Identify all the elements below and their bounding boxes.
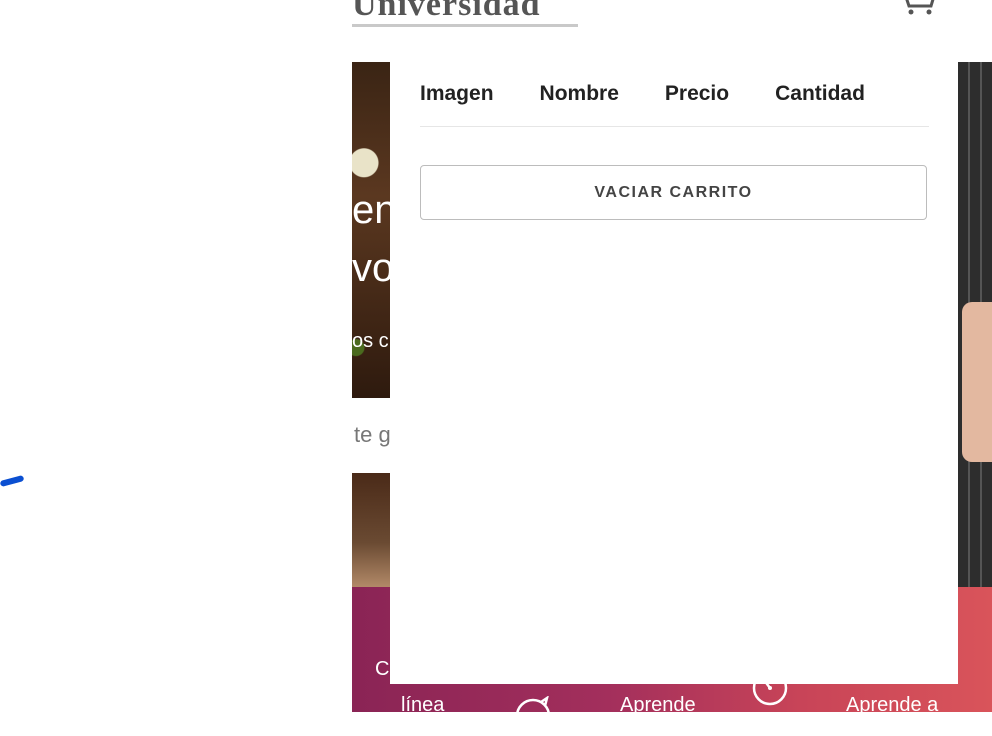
hero-heading-line1: en bbox=[352, 188, 390, 232]
shopping-cart-icon[interactable] bbox=[897, 0, 937, 16]
hero-heading-line2: vo bbox=[352, 246, 390, 290]
promo-item-3: Aprende bbox=[620, 694, 696, 716]
column-header-price: Precio bbox=[664, 82, 730, 105]
course-image bbox=[352, 473, 392, 589]
blue-mark bbox=[0, 474, 25, 488]
column-header-image: Imagen bbox=[420, 82, 494, 105]
promo-item-4: Aprende a bbox=[846, 694, 939, 716]
section-subtext: te g bbox=[354, 422, 390, 447]
promo-item-1: C bbox=[375, 658, 390, 680]
hero-subheading: os c bbox=[352, 330, 389, 352]
column-header-name: Nombre bbox=[539, 82, 619, 105]
site-logo[interactable]: Universidad bbox=[352, 0, 541, 24]
column-header-quantity: Cantidad bbox=[775, 82, 865, 105]
logo-underline bbox=[352, 24, 578, 27]
cart-dropdown: Imagen Nombre Precio Cantidad VACIAR CAR… bbox=[390, 62, 958, 684]
rocket-icon bbox=[515, 696, 551, 717]
empty-cart-button[interactable]: VACIAR CARRITO bbox=[420, 165, 927, 220]
promo-item-2: línea bbox=[401, 694, 445, 716]
hero-laptop-image bbox=[958, 62, 992, 588]
cart-table-header: Imagen Nombre Precio Cantidad bbox=[420, 62, 929, 127]
